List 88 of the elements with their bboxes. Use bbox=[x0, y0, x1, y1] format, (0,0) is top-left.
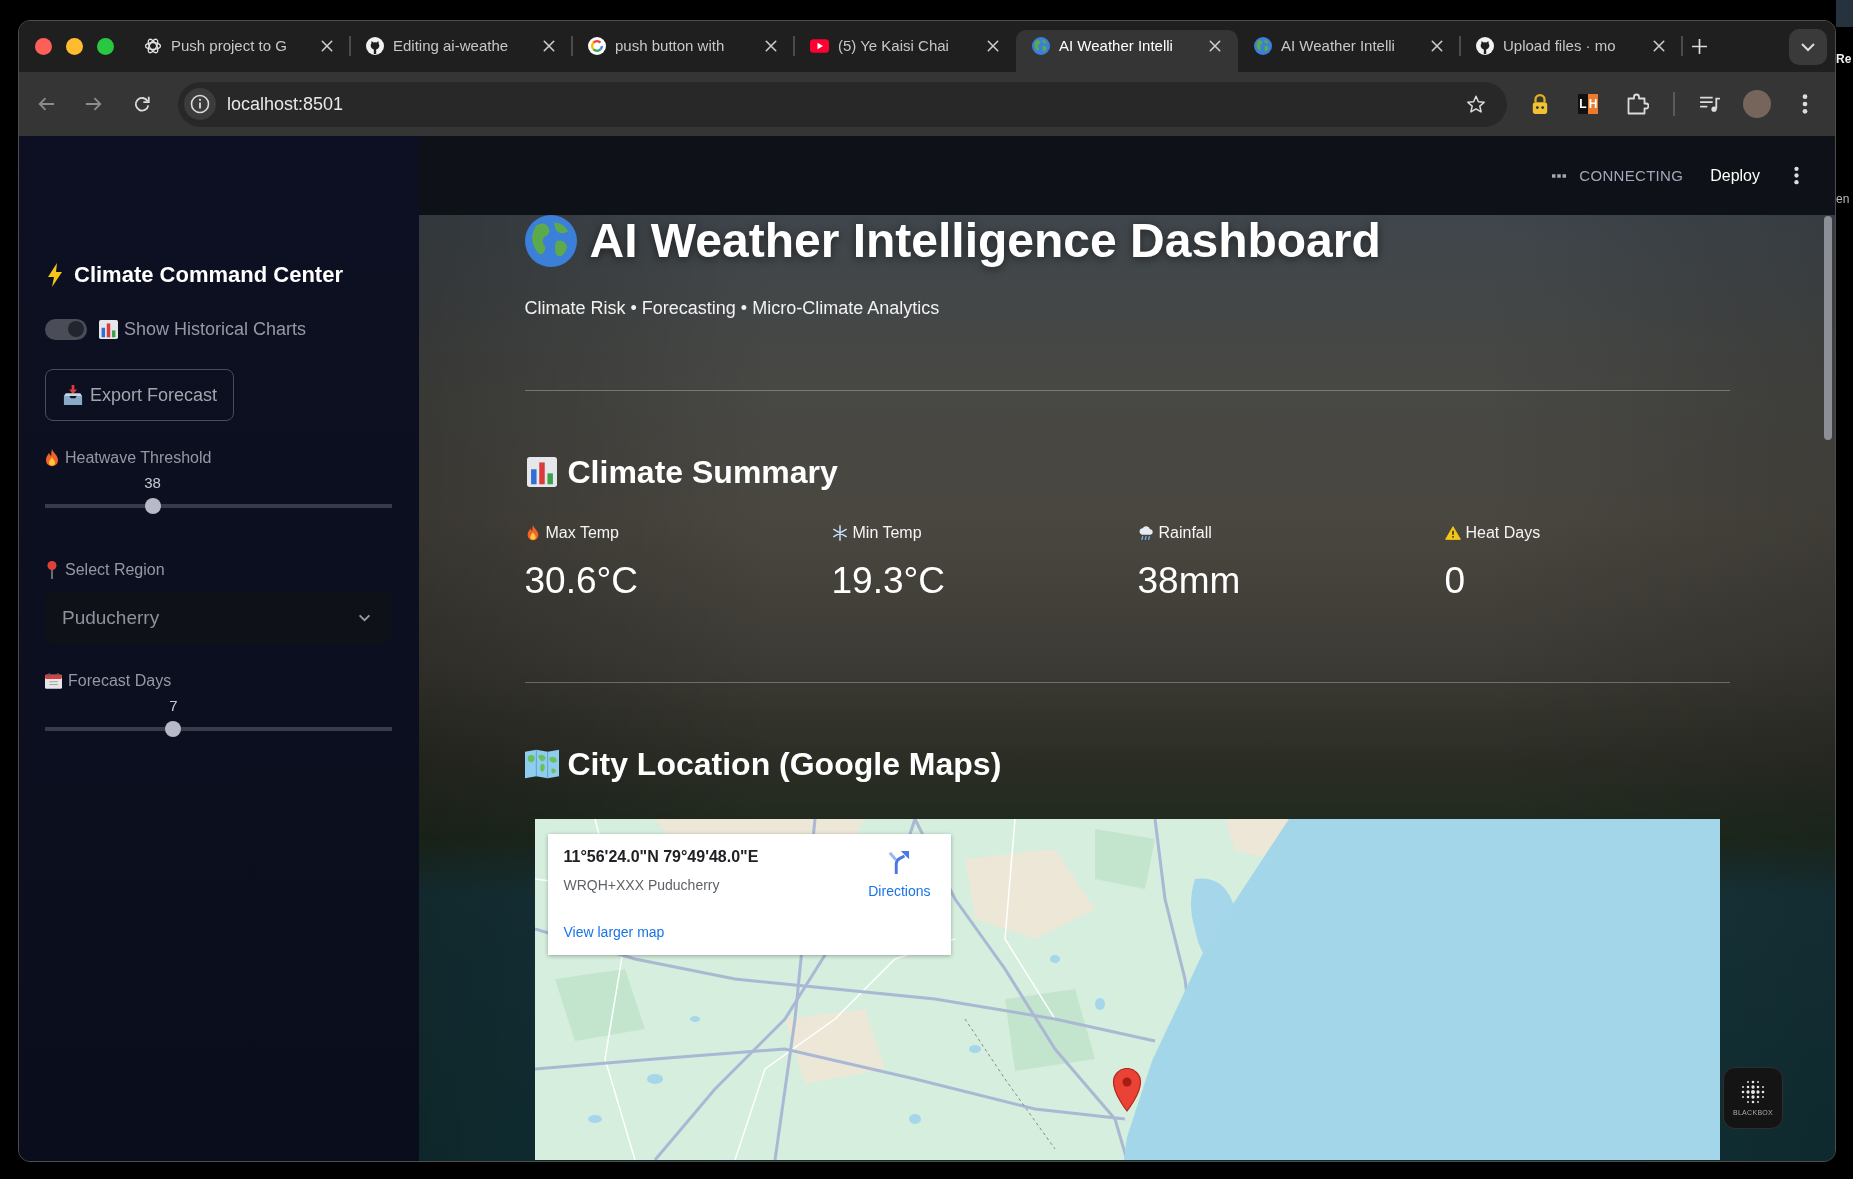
browser-tab[interactable]: Push project to G bbox=[128, 30, 350, 72]
browser-tab[interactable]: push button with bbox=[572, 30, 794, 72]
flame-icon bbox=[45, 449, 59, 467]
slider-thumb[interactable] bbox=[165, 721, 182, 737]
map-pin-icon[interactable] bbox=[1111, 1068, 1142, 1112]
toggle-switch[interactable] bbox=[45, 318, 87, 340]
reload-icon[interactable] bbox=[133, 95, 151, 113]
browser-tab[interactable]: AI Weather Intelli bbox=[1016, 30, 1238, 72]
info-icon[interactable] bbox=[184, 88, 216, 120]
directions-link[interactable]: Directions bbox=[868, 850, 931, 901]
connection-status: CONNECTING bbox=[1579, 167, 1684, 184]
more-vertical-icon[interactable] bbox=[1794, 166, 1799, 185]
export-button[interactable]: Export Forecast bbox=[45, 369, 235, 421]
close-icon[interactable] bbox=[987, 40, 999, 52]
more-vertical-icon[interactable] bbox=[1802, 94, 1808, 114]
close-icon[interactable] bbox=[1209, 40, 1221, 52]
play-button-icon bbox=[810, 39, 829, 53]
page-subtitle: Climate Risk • Forecasting • Micro-Climate Analytics bbox=[524, 297, 941, 320]
cat-logo-icon bbox=[1476, 37, 1494, 55]
deploy-button[interactable]: Deploy bbox=[1698, 158, 1772, 193]
toggle-label: Show Historical Charts bbox=[124, 318, 307, 340]
slider-thumb[interactable] bbox=[144, 498, 161, 514]
back-arrow-icon[interactable] bbox=[37, 95, 55, 113]
chevron-down-icon[interactable] bbox=[1789, 29, 1827, 65]
close-icon[interactable] bbox=[543, 40, 555, 52]
atom-icon bbox=[144, 37, 162, 55]
window-close-button[interactable] bbox=[35, 38, 52, 55]
plus-icon[interactable] bbox=[1692, 39, 1707, 54]
browser-tab[interactable]: AI Weather Intelli bbox=[1238, 30, 1460, 72]
browser-tab[interactable]: Editing ai-weathe bbox=[350, 30, 572, 72]
section-heading: City Location (Google Maps) bbox=[567, 745, 1002, 784]
sidebar-title: Climate Command Center bbox=[74, 261, 343, 289]
media-queue-icon[interactable] bbox=[1699, 95, 1721, 113]
lock-icon[interactable] bbox=[1531, 93, 1549, 115]
browser-tab[interactable]: (5) Ye Kaisi Chai bbox=[794, 30, 1016, 72]
select-label: Select Region bbox=[65, 561, 165, 579]
status-dots-icon bbox=[1552, 173, 1567, 178]
forward-arrow-icon[interactable] bbox=[85, 95, 103, 113]
page-title: AI Weather Intelligence Dashboard bbox=[589, 215, 1381, 267]
window-zoom-button[interactable] bbox=[97, 38, 114, 55]
window-minimize-button[interactable] bbox=[66, 38, 83, 55]
slider-label: Forecast Days bbox=[68, 672, 172, 690]
dot-grid-icon bbox=[1741, 1080, 1765, 1104]
close-icon[interactable] bbox=[1653, 40, 1665, 52]
background-window-text: Re bbox=[1836, 51, 1852, 67]
background-window-text: en bbox=[1836, 191, 1850, 207]
close-icon[interactable] bbox=[765, 40, 777, 52]
world-map-icon bbox=[524, 749, 559, 779]
metric-label: Heat Days bbox=[1465, 524, 1541, 542]
thumbnail-block bbox=[1836, 0, 1853, 27]
cat-logo-icon bbox=[366, 37, 384, 55]
snowflake-icon bbox=[831, 525, 848, 541]
metric-value: 0 bbox=[1444, 559, 1466, 603]
metric-label: Max Temp bbox=[545, 524, 619, 542]
view-larger-map-link[interactable]: View larger map bbox=[563, 922, 665, 942]
slider-value: 7 bbox=[169, 696, 178, 716]
colored-ring-icon bbox=[588, 37, 606, 55]
slider-label: Heatwave Threshold bbox=[65, 449, 212, 467]
close-icon[interactable] bbox=[1431, 40, 1443, 52]
calendar-icon bbox=[45, 673, 62, 689]
bar-chart-icon bbox=[524, 457, 559, 487]
region-select[interactable]: Puducherry bbox=[45, 592, 392, 644]
metric-value: 19.3°C bbox=[831, 559, 946, 603]
globe-icon bbox=[1032, 37, 1050, 55]
rain-cloud-icon bbox=[1137, 525, 1154, 541]
metric-label: Min Temp bbox=[852, 524, 922, 542]
scrollbar-thumb[interactable] bbox=[1824, 216, 1832, 440]
globe-icon bbox=[1254, 37, 1272, 55]
slider-value: 38 bbox=[144, 473, 161, 493]
browser-tab[interactable]: Upload files · mo bbox=[1460, 30, 1682, 72]
pin-icon bbox=[45, 561, 59, 579]
section-heading: Climate Summary bbox=[567, 453, 838, 492]
coordinates-text: 11°56'24.0"N 79°49'48.0"E bbox=[563, 847, 759, 867]
warning-icon bbox=[1444, 525, 1461, 541]
plus-code-text: WRQH+XXX Puducherry bbox=[563, 876, 720, 895]
metric-value: 30.6°C bbox=[524, 559, 639, 603]
metric-label: Rainfall bbox=[1158, 524, 1212, 542]
bar-chart-icon bbox=[99, 319, 118, 339]
puzzle-icon[interactable] bbox=[1627, 93, 1649, 115]
metric-value: 38mm bbox=[1137, 559, 1241, 603]
close-icon[interactable] bbox=[321, 40, 333, 52]
star-icon[interactable] bbox=[1466, 94, 1486, 114]
directions-arrow-icon bbox=[888, 850, 911, 874]
globe-icon bbox=[524, 215, 577, 267]
lightning-icon bbox=[47, 263, 63, 287]
chevron-down-icon bbox=[358, 614, 371, 622]
inbox-tray-icon bbox=[62, 385, 84, 405]
address-bar[interactable]: localhost:8501 bbox=[178, 81, 1507, 127]
